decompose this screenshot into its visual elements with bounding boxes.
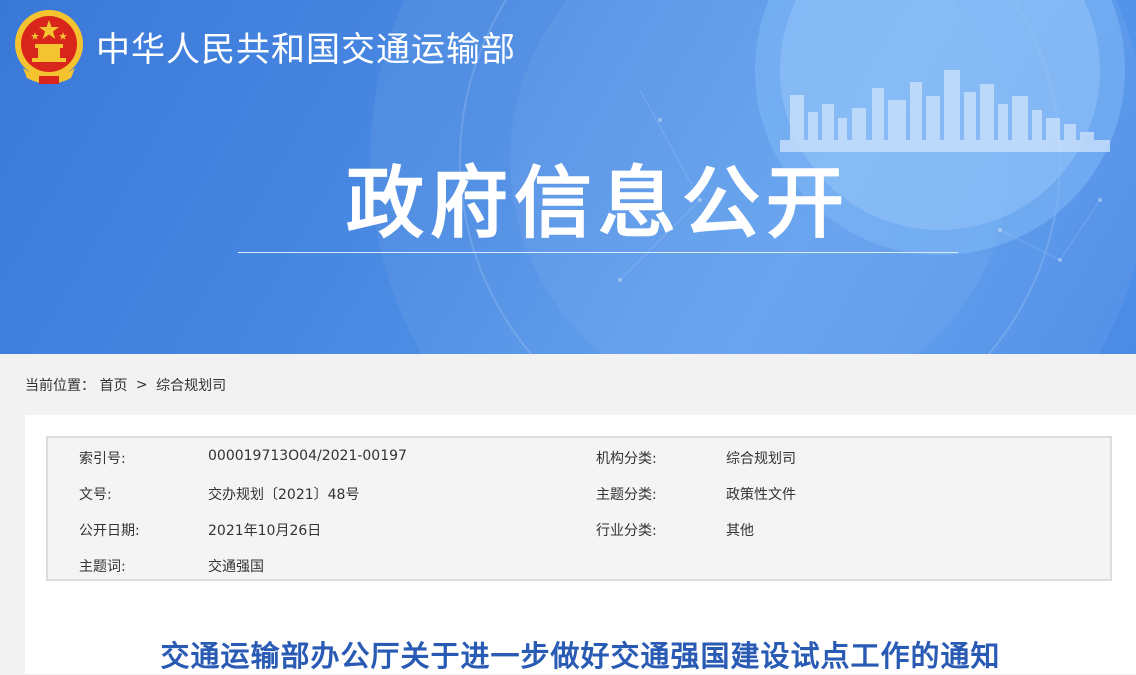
org-value: 综合规划司: [726, 451, 796, 467]
content-panel: 索引号: 000019713O04/2021-00197 机构分类: 综合规划司…: [25, 415, 1136, 674]
breadcrumb-separator: >: [135, 377, 148, 393]
topic-label: 主题分类:: [596, 487, 657, 503]
keywords-label: 主题词:: [79, 559, 126, 575]
date-value: 2021年10月26日: [208, 523, 322, 539]
header-banner: 中华人民共和国交通运输部 政府信息公开: [0, 0, 1136, 354]
industry-label: 行业分类:: [596, 523, 657, 539]
index-no-label: 索引号:: [79, 451, 126, 467]
topic-value: 政策性文件: [726, 487, 796, 503]
date-label: 公开日期:: [79, 523, 140, 539]
org-label: 机构分类:: [596, 451, 657, 467]
index-no-value: 000019713O04/2021-00197: [208, 448, 407, 464]
document-metadata-table: 索引号: 000019713O04/2021-00197 机构分类: 综合规划司…: [46, 436, 1112, 581]
doc-no-value: 交办规划〔2021〕48号: [208, 487, 360, 503]
breadcrumb: 当前位置： 首页 > 综合规划司: [25, 375, 226, 395]
industry-value: 其他: [726, 523, 754, 539]
banner-heading: 政府信息公开: [345, 159, 850, 249]
breadcrumb-prefix: 当前位置：: [25, 378, 95, 394]
breadcrumb-home-link[interactable]: 首页: [99, 378, 127, 394]
doc-no-label: 文号:: [79, 487, 112, 503]
breadcrumb-department-link[interactable]: 综合规划司: [156, 378, 226, 394]
banner-divider: [238, 252, 958, 253]
national-emblem-icon: [15, 10, 83, 84]
keywords-value: 交通强国: [208, 559, 264, 575]
site-title[interactable]: 中华人民共和国交通运输部: [96, 22, 516, 71]
document-title: 交通运输部办公厅关于进一步做好交通强国建设试点工作的通知: [160, 639, 1001, 673]
